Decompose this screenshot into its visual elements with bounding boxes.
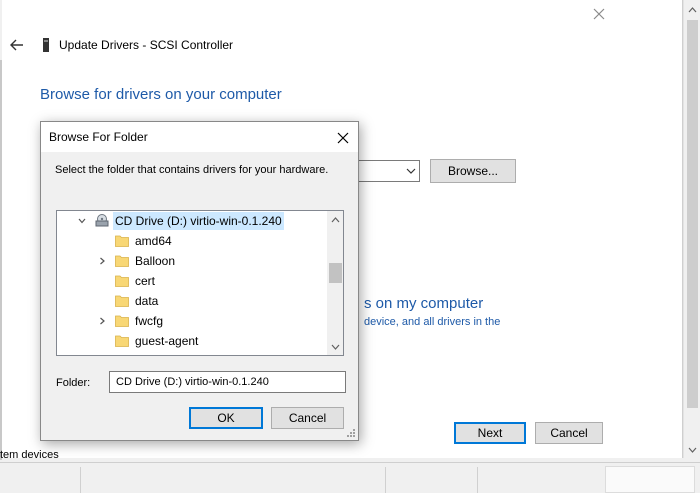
cd-drive-icon bbox=[95, 214, 109, 227]
tree-item[interactable]: cert bbox=[57, 271, 327, 291]
folder-icon bbox=[115, 315, 129, 327]
chevron-down-icon[interactable] bbox=[78, 217, 86, 225]
tree-item[interactable]: amd64 bbox=[57, 231, 327, 251]
scroll-down-icon[interactable] bbox=[687, 444, 698, 456]
tree-item-label: guest-agent bbox=[135, 334, 199, 348]
folder-icon bbox=[115, 235, 129, 247]
folder-icon bbox=[115, 335, 129, 347]
scrollbar-thumb[interactable] bbox=[687, 20, 698, 408]
tree-item-label: fwcfg bbox=[135, 314, 164, 328]
chevron-right-icon[interactable] bbox=[98, 317, 106, 325]
device-icon bbox=[42, 38, 50, 52]
back-arrow-icon[interactable] bbox=[9, 37, 25, 53]
scroll-up-icon[interactable] bbox=[330, 215, 341, 225]
pick-from-list-link[interactable]: s on my computer bbox=[364, 295, 483, 312]
tree-item[interactable]: i386 bbox=[57, 351, 327, 356]
dialog-title: Browse For Folder bbox=[49, 130, 148, 144]
tree-item-label: Balloon bbox=[135, 254, 176, 268]
scroll-down-icon[interactable] bbox=[330, 342, 341, 352]
path-combobox[interactable] bbox=[357, 160, 420, 182]
folder-icon bbox=[115, 255, 129, 267]
resize-grip-icon[interactable] bbox=[346, 428, 356, 438]
tree-item-label: data bbox=[135, 294, 159, 308]
folder-icon bbox=[115, 275, 129, 287]
background-scrollbar[interactable] bbox=[683, 0, 700, 458]
dialog-instruction: Select the folder that contains drivers … bbox=[55, 164, 329, 176]
wizard-cancel-button[interactable]: Cancel bbox=[535, 422, 603, 444]
folder-label: Folder: bbox=[56, 377, 91, 389]
tree-item-label: amd64 bbox=[135, 234, 172, 248]
ok-button[interactable]: OK bbox=[189, 407, 263, 429]
close-icon[interactable] bbox=[328, 122, 358, 152]
status-cell bbox=[605, 466, 695, 493]
tree-item[interactable]: fwcfg bbox=[57, 311, 327, 331]
browse-for-folder-dialog: Browse For Folder Select the folder that… bbox=[40, 121, 359, 441]
chevron-right-icon[interactable] bbox=[98, 257, 106, 265]
next-button[interactable]: Next bbox=[454, 422, 526, 444]
browse-button[interactable]: Browse... bbox=[430, 159, 516, 183]
tree-item[interactable]: Balloon bbox=[57, 251, 327, 271]
scroll-up-icon[interactable] bbox=[687, 4, 698, 16]
tree-item-label: cert bbox=[135, 274, 156, 288]
folder-tree-rows: CD Drive (D:) virtio-win-0.1.240 amd64 Bal… bbox=[57, 211, 327, 356]
page-heading: Browse for drivers on your computer bbox=[40, 86, 282, 103]
dialog-titlebar: Browse For Folder bbox=[41, 122, 358, 152]
tree-item[interactable]: data bbox=[57, 291, 327, 311]
tree-item[interactable]: guest-agent bbox=[57, 331, 327, 351]
tree-scrollbar[interactable] bbox=[327, 211, 343, 355]
dialog-cancel-button[interactable]: Cancel bbox=[271, 407, 344, 429]
close-icon[interactable] bbox=[591, 7, 607, 23]
chevron-down-icon bbox=[406, 168, 416, 174]
folder-field[interactable]: CD Drive (D:) virtio-win-0.1.240 bbox=[109, 371, 346, 393]
scrollbar-thumb[interactable] bbox=[329, 263, 342, 283]
tree-item-label: CD Drive (D:) virtio-win-0.1.240 bbox=[113, 212, 284, 230]
folder-tree[interactable]: CD Drive (D:) virtio-win-0.1.240 amd64 Bal… bbox=[56, 210, 344, 356]
device-category-label: tem devices bbox=[0, 449, 59, 461]
folder-icon bbox=[115, 354, 129, 356]
tree-item-label: i386 bbox=[133, 352, 160, 355]
pick-from-list-description: device, and all drivers in the bbox=[364, 316, 501, 328]
status-separator bbox=[477, 467, 478, 493]
tree-item[interactable]: CD Drive (D:) virtio-win-0.1.240 bbox=[57, 211, 327, 231]
folder-icon bbox=[115, 295, 129, 307]
status-separator bbox=[80, 467, 81, 493]
window-title: Update Drivers - SCSI Controller bbox=[59, 38, 234, 52]
status-separator bbox=[385, 467, 386, 493]
background-status-bar bbox=[0, 462, 700, 493]
